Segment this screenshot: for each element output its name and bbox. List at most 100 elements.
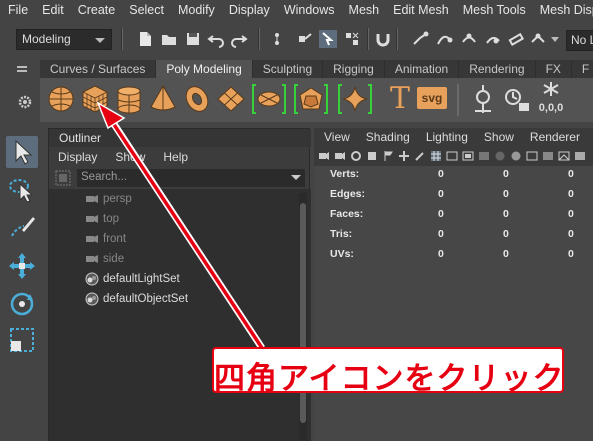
gear-icon[interactable] (18, 95, 32, 109)
menu-mesh-display[interactable]: Mesh Display (533, 3, 593, 17)
resolution-gate-icon[interactable] (462, 150, 474, 162)
wireframe-on-shaded-icon[interactable] (526, 150, 538, 162)
select-tool-icon[interactable] (6, 136, 38, 168)
menu-create[interactable]: Create (71, 3, 123, 17)
menu-edit-mesh[interactable]: Edit Mesh (386, 3, 456, 17)
tab-animation[interactable]: Animation (384, 60, 460, 78)
outliner-menu-display[interactable]: Display (49, 150, 106, 164)
viewport-menu-renderer[interactable]: Renderer (522, 130, 588, 144)
viewport-menu-view[interactable]: View (314, 130, 358, 144)
menu-windows[interactable]: Windows (277, 3, 342, 17)
super-shape-icon[interactable] (337, 83, 373, 115)
scale-tool-icon[interactable] (6, 324, 38, 356)
grid-icon[interactable] (430, 150, 442, 162)
list-item[interactable]: side (85, 249, 124, 269)
lasso-tool-icon[interactable] (6, 174, 38, 206)
snowflake-value: 0,0,0 (538, 102, 564, 114)
viewport-menu-lighting[interactable]: Lighting (418, 130, 476, 144)
select-by-component-icon[interactable] (319, 30, 337, 48)
snap-view-plane-icon[interactable] (484, 30, 502, 48)
tab-rigging[interactable]: Rigging (323, 60, 385, 78)
undo-icon[interactable] (207, 30, 225, 48)
lighting-icon[interactable] (574, 150, 586, 162)
new-scene-icon[interactable] (136, 30, 154, 48)
tab-more[interactable]: F (571, 60, 593, 78)
xray-icon[interactable] (542, 150, 554, 162)
snap-point-icon[interactable] (460, 30, 478, 48)
poly-cone-icon[interactable] (147, 83, 179, 115)
two-d-pan-icon[interactable] (398, 150, 410, 162)
menu-mesh[interactable]: Mesh (342, 3, 387, 17)
viewport-menu-show[interactable]: Show (476, 130, 522, 144)
chevron-down-icon[interactable] (551, 37, 559, 42)
poly-cube-icon[interactable] (79, 83, 111, 115)
select-by-object-icon[interactable] (296, 30, 314, 48)
viewport-menu-panels[interactable]: P (588, 130, 593, 144)
camera-attributes-icon[interactable] (334, 150, 346, 162)
snap-grid-icon[interactable] (412, 30, 430, 48)
open-scene-icon[interactable] (160, 30, 178, 48)
menu-mesh-tools[interactable]: Mesh Tools (456, 3, 533, 17)
move-tool-icon[interactable] (6, 250, 38, 282)
snap-live-icon[interactable] (507, 30, 525, 48)
grease-pencil-icon[interactable] (414, 150, 426, 162)
select-mask-icon[interactable] (343, 30, 361, 48)
film-gate-icon[interactable] (446, 150, 458, 162)
tab-curves-surfaces[interactable]: Curves / Surfaces (40, 60, 157, 78)
chevron-down-icon[interactable] (291, 175, 301, 180)
redo-icon[interactable] (230, 30, 248, 48)
menu-modify[interactable]: Modify (171, 3, 222, 17)
menu-file[interactable]: File (0, 3, 35, 17)
list-item[interactable]: front (85, 229, 126, 249)
text-tool-icon[interactable]: T (384, 83, 416, 115)
list-item[interactable]: defaultLightSet (85, 269, 180, 289)
menu-select[interactable]: Select (122, 3, 171, 17)
filter-icon[interactable] (55, 170, 71, 186)
snap-curve-icon[interactable] (436, 30, 454, 48)
paint-select-tool-icon[interactable] (6, 212, 38, 244)
menu-display[interactable]: Display (222, 3, 277, 17)
viewport-scene[interactable]: Verts: 0 0 0 Edges: 0 0 0 Faces: 0 0 0 T… (314, 166, 593, 441)
annotation-callout: 四角アイコンをクリック (212, 347, 564, 397)
sweep-mesh-icon[interactable] (501, 83, 533, 115)
mode-selector[interactable]: Modeling (16, 29, 112, 50)
search-input[interactable]: Search... (77, 169, 305, 187)
save-scene-icon[interactable] (184, 30, 202, 48)
platonic-solid-icon[interactable] (293, 83, 329, 115)
poly-sphere-icon[interactable] (45, 83, 77, 115)
tab-poly-modeling[interactable]: Poly Modeling (156, 60, 253, 78)
wireframe-icon[interactable] (494, 150, 506, 162)
gate-mask-icon[interactable] (478, 150, 490, 162)
list-item[interactable]: top (85, 209, 119, 229)
poly-cylinder-icon[interactable] (113, 83, 145, 115)
tab-rendering[interactable]: Rendering (459, 60, 536, 78)
outliner-menu-show[interactable]: Show (106, 150, 154, 164)
outliner-menu-help[interactable]: Help (154, 150, 197, 164)
list-item[interactable]: persp (85, 189, 132, 209)
magnet-icon[interactable] (374, 30, 392, 48)
viewport-menu-shading[interactable]: Shading (358, 130, 418, 144)
image-plane-icon[interactable] (366, 150, 378, 162)
poly-plane-icon[interactable] (215, 83, 247, 115)
select-hierarchy-icon[interactable] (272, 30, 290, 48)
tab-fx[interactable]: FX (535, 60, 572, 78)
types-tool-icon[interactable] (467, 83, 499, 115)
textured-icon[interactable] (558, 150, 570, 162)
list-item[interactable]: defaultObjectSet (85, 289, 188, 309)
hud-faces-value: 0 (568, 208, 574, 220)
list-item-label: side (103, 253, 125, 265)
smooth-shade-icon[interactable] (510, 150, 522, 162)
bookmark-icon[interactable] (350, 150, 362, 162)
flag-icon[interactable] (382, 150, 394, 162)
camera-select-icon[interactable] (318, 150, 330, 162)
outliner-scrollbar[interactable] (299, 193, 307, 440)
tab-sculpting[interactable]: Sculpting (252, 60, 324, 78)
shelf-handle-icon[interactable] (14, 60, 30, 120)
poly-disc-icon[interactable] (251, 83, 287, 115)
snap-vertex-icon[interactable] (530, 30, 548, 48)
poly-torus-icon[interactable] (181, 83, 213, 115)
svg-tool-icon[interactable]: svg (417, 87, 447, 109)
menu-edit[interactable]: Edit (35, 3, 71, 17)
rotate-tool-icon[interactable] (6, 288, 38, 320)
input-output-field[interactable]: No Li (566, 30, 593, 51)
